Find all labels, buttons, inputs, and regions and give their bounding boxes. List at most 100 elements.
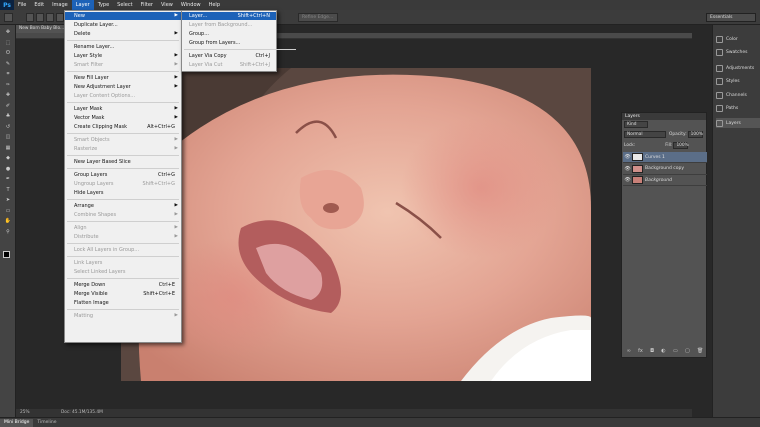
- tab-mini-bridge[interactable]: Mini Bridge: [0, 418, 34, 427]
- subtract-selection-button[interactable]: [46, 13, 54, 22]
- new-layer-icon[interactable]: ▢: [685, 348, 690, 354]
- menu-item-merge-down[interactable]: Merge Down Ctrl+E: [65, 281, 181, 290]
- menu-item-new-fill-layer[interactable]: New Fill Layer ▶: [65, 74, 181, 83]
- menu-item-hide-layers[interactable]: Hide Layers: [65, 189, 181, 198]
- shape-tool-icon[interactable]: ▭: [4, 208, 12, 214]
- menu-item-select-linked-layers[interactable]: Select Linked Layers: [65, 268, 181, 277]
- document-tab[interactable]: New Born Baby Blo...: [16, 25, 66, 33]
- menu-item-lock-all-layers-in-group[interactable]: Lock All Layers in Group...: [65, 246, 181, 255]
- menu-item-matting[interactable]: Matting ▶: [65, 312, 181, 321]
- menu-item-align[interactable]: Align ▶: [65, 224, 181, 233]
- menu-item-distribute[interactable]: Distribute ▶: [65, 233, 181, 242]
- menu-item-arrange[interactable]: Arrange ▶: [65, 202, 181, 211]
- opacity-input[interactable]: 100%: [687, 131, 703, 138]
- menu-item-layer-style[interactable]: Layer Style ▶: [65, 52, 181, 61]
- workspace-switcher[interactable]: Essentials: [706, 13, 756, 22]
- eraser-tool-icon[interactable]: ◫: [4, 134, 12, 140]
- menu-item-duplicate-layer[interactable]: Duplicate Layer...: [65, 21, 181, 30]
- menu-item-group-from-layers[interactable]: Group from Layers...: [182, 39, 276, 48]
- intersect-selection-button[interactable]: [56, 13, 64, 22]
- add-mask-icon[interactable]: ◘: [650, 348, 654, 354]
- menu-help[interactable]: Help: [205, 0, 224, 10]
- menu-item-combine-shapes[interactable]: Combine Shapes ▶: [65, 211, 181, 220]
- history-brush-tool-icon[interactable]: ↺: [4, 124, 12, 130]
- menu-item-smart-objects[interactable]: Smart Objects ▶: [65, 136, 181, 145]
- hand-tool-icon[interactable]: ✋: [4, 218, 12, 224]
- brush-tool-icon[interactable]: ✐: [4, 103, 12, 109]
- menu-layer[interactable]: Layer: [71, 0, 94, 10]
- menu-item-link-layers[interactable]: Link Layers: [65, 259, 181, 268]
- adjustment-layer-icon[interactable]: ◐: [661, 348, 665, 354]
- layer-kind-filter[interactable]: Kind: [624, 121, 648, 128]
- dock-adjustments[interactable]: Adjustments: [716, 63, 760, 73]
- menu-item-smart-filter[interactable]: Smart Filter ▶: [65, 61, 181, 70]
- menu-item-layer-via-copy[interactable]: Layer Via Copy Ctrl+J: [182, 52, 276, 61]
- gradient-tool-icon[interactable]: ▦: [4, 145, 12, 151]
- menu-type[interactable]: Type: [94, 0, 113, 10]
- menu-item-new[interactable]: New ▶: [65, 11, 181, 20]
- healing-brush-tool-icon[interactable]: ✚: [4, 92, 12, 98]
- menu-item-rasterize[interactable]: Rasterize ▶: [65, 145, 181, 154]
- menu-item-layer-from-background[interactable]: Layer from Background...: [182, 21, 276, 30]
- dock-styles[interactable]: Styles: [716, 76, 760, 86]
- layer-row[interactable]: 👁 Curves 1: [623, 152, 707, 163]
- zoom-level[interactable]: 25%: [16, 410, 30, 415]
- visibility-eye-icon[interactable]: 👁: [623, 177, 632, 183]
- link-layers-icon[interactable]: ∞: [627, 348, 631, 354]
- menu-item-flatten-image[interactable]: Flatten Image: [65, 299, 181, 308]
- eyedropper-tool-icon[interactable]: ✑: [4, 82, 12, 88]
- dock-swatches[interactable]: Swatches: [716, 47, 760, 57]
- menu-item-layer-content-options[interactable]: Layer Content Options...: [65, 92, 181, 101]
- menu-item-group-layers[interactable]: Group Layers Ctrl+G: [65, 171, 181, 180]
- menu-item-group[interactable]: Group...: [182, 30, 276, 39]
- quick-select-tool-icon[interactable]: ✎: [4, 61, 12, 67]
- zoom-tool-icon[interactable]: ⚲: [4, 229, 12, 235]
- dock-channels[interactable]: Channels: [716, 90, 760, 100]
- clone-stamp-tool-icon[interactable]: ♣: [4, 113, 12, 119]
- path-select-tool-icon[interactable]: ➤: [4, 197, 12, 203]
- move-tool-icon[interactable]: ✥: [4, 29, 12, 35]
- menu-item-rename-layer[interactable]: Rename Layer...: [65, 43, 181, 52]
- blend-mode-select[interactable]: Normal: [624, 131, 666, 138]
- menu-item-layer-via-cut[interactable]: Layer Via Cut Shift+Ctrl+J: [182, 61, 276, 70]
- dock-paths[interactable]: Paths: [716, 103, 760, 113]
- fill-input[interactable]: 100%: [673, 142, 689, 149]
- delete-layer-icon[interactable]: 🗑: [697, 348, 703, 354]
- marquee-tool-icon[interactable]: ⬚: [4, 40, 12, 46]
- menu-view[interactable]: View: [157, 0, 177, 10]
- dodge-tool-icon[interactable]: ●: [4, 166, 12, 172]
- menu-item-layer[interactable]: Layer... Shift+Ctrl+N: [182, 11, 276, 20]
- menu-item-delete[interactable]: Delete ▶: [65, 30, 181, 39]
- layer-row[interactable]: 👁 Background: [623, 175, 707, 186]
- menu-item-create-clipping-mask[interactable]: Create Clipping Mask Alt+Ctrl+G: [65, 123, 181, 132]
- crop-tool-icon[interactable]: ⌗: [4, 71, 12, 77]
- layer-style-icon[interactable]: fx: [638, 348, 643, 354]
- new-group-icon[interactable]: ▭: [673, 348, 678, 354]
- refine-edge-button[interactable]: Refine Edge...: [298, 13, 338, 22]
- new-selection-button[interactable]: [26, 13, 34, 22]
- menu-file[interactable]: File: [14, 0, 30, 10]
- lasso-tool-icon[interactable]: ʘ: [4, 50, 12, 56]
- type-tool-icon[interactable]: T: [4, 187, 12, 193]
- menu-filter[interactable]: Filter: [137, 0, 157, 10]
- dock-color[interactable]: Color: [716, 34, 760, 44]
- menu-image[interactable]: Image: [48, 0, 72, 10]
- tab-timeline[interactable]: Timeline: [33, 420, 60, 425]
- tool-preset-picker[interactable]: [4, 13, 13, 22]
- menu-item-layer-mask[interactable]: Layer Mask ▶: [65, 105, 181, 114]
- pen-tool-icon[interactable]: ✒: [4, 176, 12, 182]
- menu-item-new-adjustment-layer[interactable]: New Adjustment Layer ▶: [65, 83, 181, 92]
- menu-item-merge-visible[interactable]: Merge Visible Shift+Ctrl+E: [65, 290, 181, 299]
- add-selection-button[interactable]: [36, 13, 44, 22]
- visibility-eye-icon[interactable]: 👁: [623, 154, 632, 160]
- blur-tool-icon[interactable]: ◆: [4, 155, 12, 161]
- menu-select[interactable]: Select: [113, 0, 136, 10]
- visibility-eye-icon[interactable]: 👁: [623, 166, 632, 172]
- menu-item-vector-mask[interactable]: Vector Mask ▶: [65, 114, 181, 123]
- layer-row[interactable]: 👁 Background copy: [623, 164, 707, 175]
- dock-layers[interactable]: Layers: [716, 118, 760, 128]
- menu-window[interactable]: Window: [177, 0, 205, 10]
- foreground-color-swatch[interactable]: [3, 251, 10, 258]
- menu-edit[interactable]: Edit: [30, 0, 48, 10]
- menu-item-new-layer-based-slice[interactable]: New Layer Based Slice: [65, 158, 181, 167]
